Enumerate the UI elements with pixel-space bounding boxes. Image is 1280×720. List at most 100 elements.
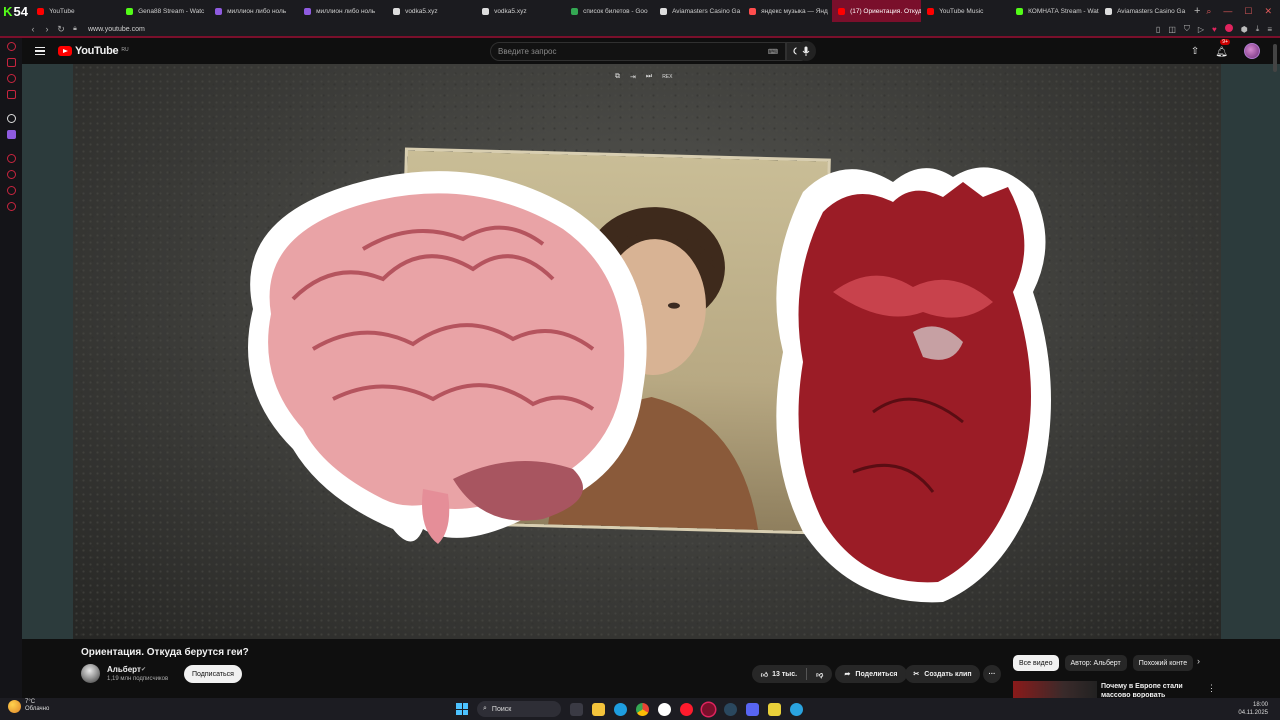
opera-icon[interactable] (680, 702, 693, 716)
sidebar-ai-icon[interactable] (6, 114, 16, 123)
close-icon[interactable]: ✕ (1264, 6, 1272, 17)
share-button[interactable]: ➦ Поделиться (835, 665, 907, 683)
youtube-logo[interactable]: YouTube RU (58, 45, 129, 57)
next-icon[interactable]: ⏭ (646, 73, 652, 81)
sidebar-history-icon[interactable] (6, 42, 16, 51)
voice-search-button[interactable] (796, 41, 816, 61)
browser-tab[interactable]: яндекс музыка — Янд (743, 0, 832, 22)
sidebar-wallet-icon[interactable] (6, 58, 16, 67)
back-icon[interactable]: ‹ (26, 24, 40, 34)
account-avatar[interactable] (1244, 43, 1260, 59)
weather-widget[interactable]: 7°C Облачно (8, 699, 49, 713)
shield-icon[interactable]: ⛉ (1184, 24, 1190, 34)
browser-tab[interactable]: список билетов - Goo (565, 0, 654, 22)
chrome-icon[interactable] (636, 702, 649, 716)
bookmark-icon[interactable]: ▯ (1156, 25, 1160, 34)
search-input[interactable]: Введите запрос ⌨ (490, 42, 786, 61)
miniplayer-icon[interactable]: ⧉ (615, 73, 620, 81)
dislike-button[interactable]: 👎︎ (816, 670, 823, 679)
tab-favicon-icon (1016, 7, 1024, 15)
chevron-right-icon[interactable]: › (1197, 656, 1200, 666)
subscribe-button[interactable]: Подписаться (184, 665, 242, 683)
browser-tab[interactable]: КОМНАТА Stream - Watc (1010, 0, 1099, 22)
tab-favicon-icon (838, 7, 846, 15)
download-icon[interactable]: ⤓ (1256, 24, 1260, 34)
upload-icon[interactable]: ⇧ (1191, 46, 1199, 57)
sidebar-messenger-icon[interactable] (6, 74, 16, 83)
yandex-icon[interactable] (658, 702, 671, 716)
sidebar-settings-icon[interactable] (6, 202, 16, 211)
menu-icon[interactable] (22, 46, 58, 56)
address-bar: ‹ › ↻ 🔒︎ www.youtube.com ▯ ◫ ⛉ ▷ ♥ ⬢ ⤓ ≡ (0, 22, 1280, 38)
channel-avatar[interactable] (81, 664, 100, 683)
browser-tab[interactable]: vodka5.xyz (476, 0, 565, 22)
sidebar-clock-icon[interactable] (6, 154, 16, 163)
taskbar-search[interactable]: ⌕ Поиск (477, 701, 561, 717)
discord-icon[interactable] (746, 702, 759, 716)
heart-icon[interactable]: ♥ (1212, 25, 1217, 34)
search-tabs-icon[interactable]: ⌕ (1206, 6, 1211, 17)
minimize-icon[interactable]: — (1223, 6, 1232, 17)
reload-icon[interactable]: ↻ (54, 24, 68, 35)
more-actions-button[interactable]: ··· (983, 665, 1001, 683)
url-field[interactable]: www.youtube.com (88, 26, 145, 33)
exit-icon[interactable]: ⇥ (630, 73, 636, 81)
operagx-icon[interactable] (702, 702, 715, 716)
sidebar-music-icon[interactable] (6, 170, 16, 179)
notifications-button[interactable]: 🔔︎ 9+ (1215, 39, 1230, 60)
keyboard-icon[interactable]: ⌨ (768, 48, 778, 56)
maximize-icon[interactable]: ☐ (1244, 6, 1252, 17)
browser-tab[interactable]: миллион либо ноль (209, 0, 298, 22)
tab-label: список билетов - Goo (583, 7, 648, 15)
edge-icon[interactable] (614, 702, 627, 716)
browser-tab[interactable]: Gena88 Stream - Watc (120, 0, 209, 22)
filter-chip[interactable]: Похожий конте (1132, 655, 1194, 671)
video-player[interactable]: ⧉ ⇥ ⏭ REX (22, 64, 1280, 639)
browser-tab[interactable]: (17) Ориентация. Откуда (832, 0, 922, 22)
tab-list: YouTube Gena88 Stream - Watc миллион либо … (31, 0, 1188, 22)
browser-tab[interactable]: vodka5.xyz (387, 0, 476, 22)
taskbar-clock[interactable]: 18:00 04.11.2025 (1238, 701, 1268, 717)
like-button[interactable]: 👍︎ 13 тыс. (761, 670, 797, 679)
new-tab-button[interactable]: + (1188, 5, 1206, 17)
browser-tab[interactable]: YouTube Music (921, 0, 1010, 22)
create-clip-button[interactable]: ✂ Создать клип (905, 665, 980, 683)
tab-favicon-icon (749, 7, 757, 15)
sidebar-bookmarks-icon[interactable] (6, 186, 16, 195)
windows-start-icon[interactable] (456, 703, 468, 715)
file-explorer-icon[interactable] (592, 702, 605, 716)
camera-icon[interactable]: ◫ (1168, 25, 1176, 34)
record-icon[interactable] (1224, 24, 1233, 34)
weather-desc: Облачно (25, 706, 50, 712)
browser-tab[interactable]: YouTube (31, 0, 120, 22)
tab-label: Aviamasters Casino Ga (672, 7, 741, 15)
recommendation-menu-icon[interactable]: ⋮ (1207, 683, 1216, 694)
browser-tab[interactable]: миллион либо ноль (298, 0, 387, 22)
weather-icon (8, 699, 21, 713)
extensions-icon[interactable]: ⬢ (1241, 25, 1248, 34)
recommendation-thumbnail[interactable] (1013, 681, 1097, 698)
settings-icon[interactable]: ≡ (1267, 25, 1272, 34)
tab-favicon-icon (571, 7, 579, 15)
kick-k-icon: K (3, 3, 13, 19)
browser-tab[interactable]: Aviamasters Casino Ga (654, 0, 743, 22)
browser-tab[interactable]: Aviamasters Casino Ga (1099, 0, 1188, 22)
steam-icon[interactable] (724, 702, 737, 716)
sidebar-twitch-icon[interactable] (6, 130, 16, 139)
browser-logo[interactable]: K 54 (0, 0, 31, 22)
play-icon[interactable]: ▷ (1198, 25, 1204, 34)
tab-label: (17) Ориентация. Откуда (850, 7, 922, 15)
tab-label: YouTube (49, 7, 75, 15)
rex-label[interactable]: REX (662, 74, 672, 81)
lock-icon[interactable]: 🔒︎ (68, 25, 82, 33)
channel-name[interactable]: Альберт (107, 665, 141, 674)
sidebar-notes-icon[interactable] (6, 90, 16, 99)
forward-icon[interactable]: › (40, 24, 54, 34)
telegram-icon[interactable] (790, 702, 803, 716)
task-view-icon[interactable] (570, 702, 583, 716)
filter-chip[interactable]: Все видео (1013, 655, 1059, 671)
recommendation-title[interactable]: Почему в Европе стали массово воровать с… (1101, 682, 1201, 698)
scrollbar[interactable] (1273, 44, 1277, 72)
app-icon[interactable] (768, 702, 781, 716)
filter-chip[interactable]: Автор: Альберт (1064, 655, 1127, 671)
